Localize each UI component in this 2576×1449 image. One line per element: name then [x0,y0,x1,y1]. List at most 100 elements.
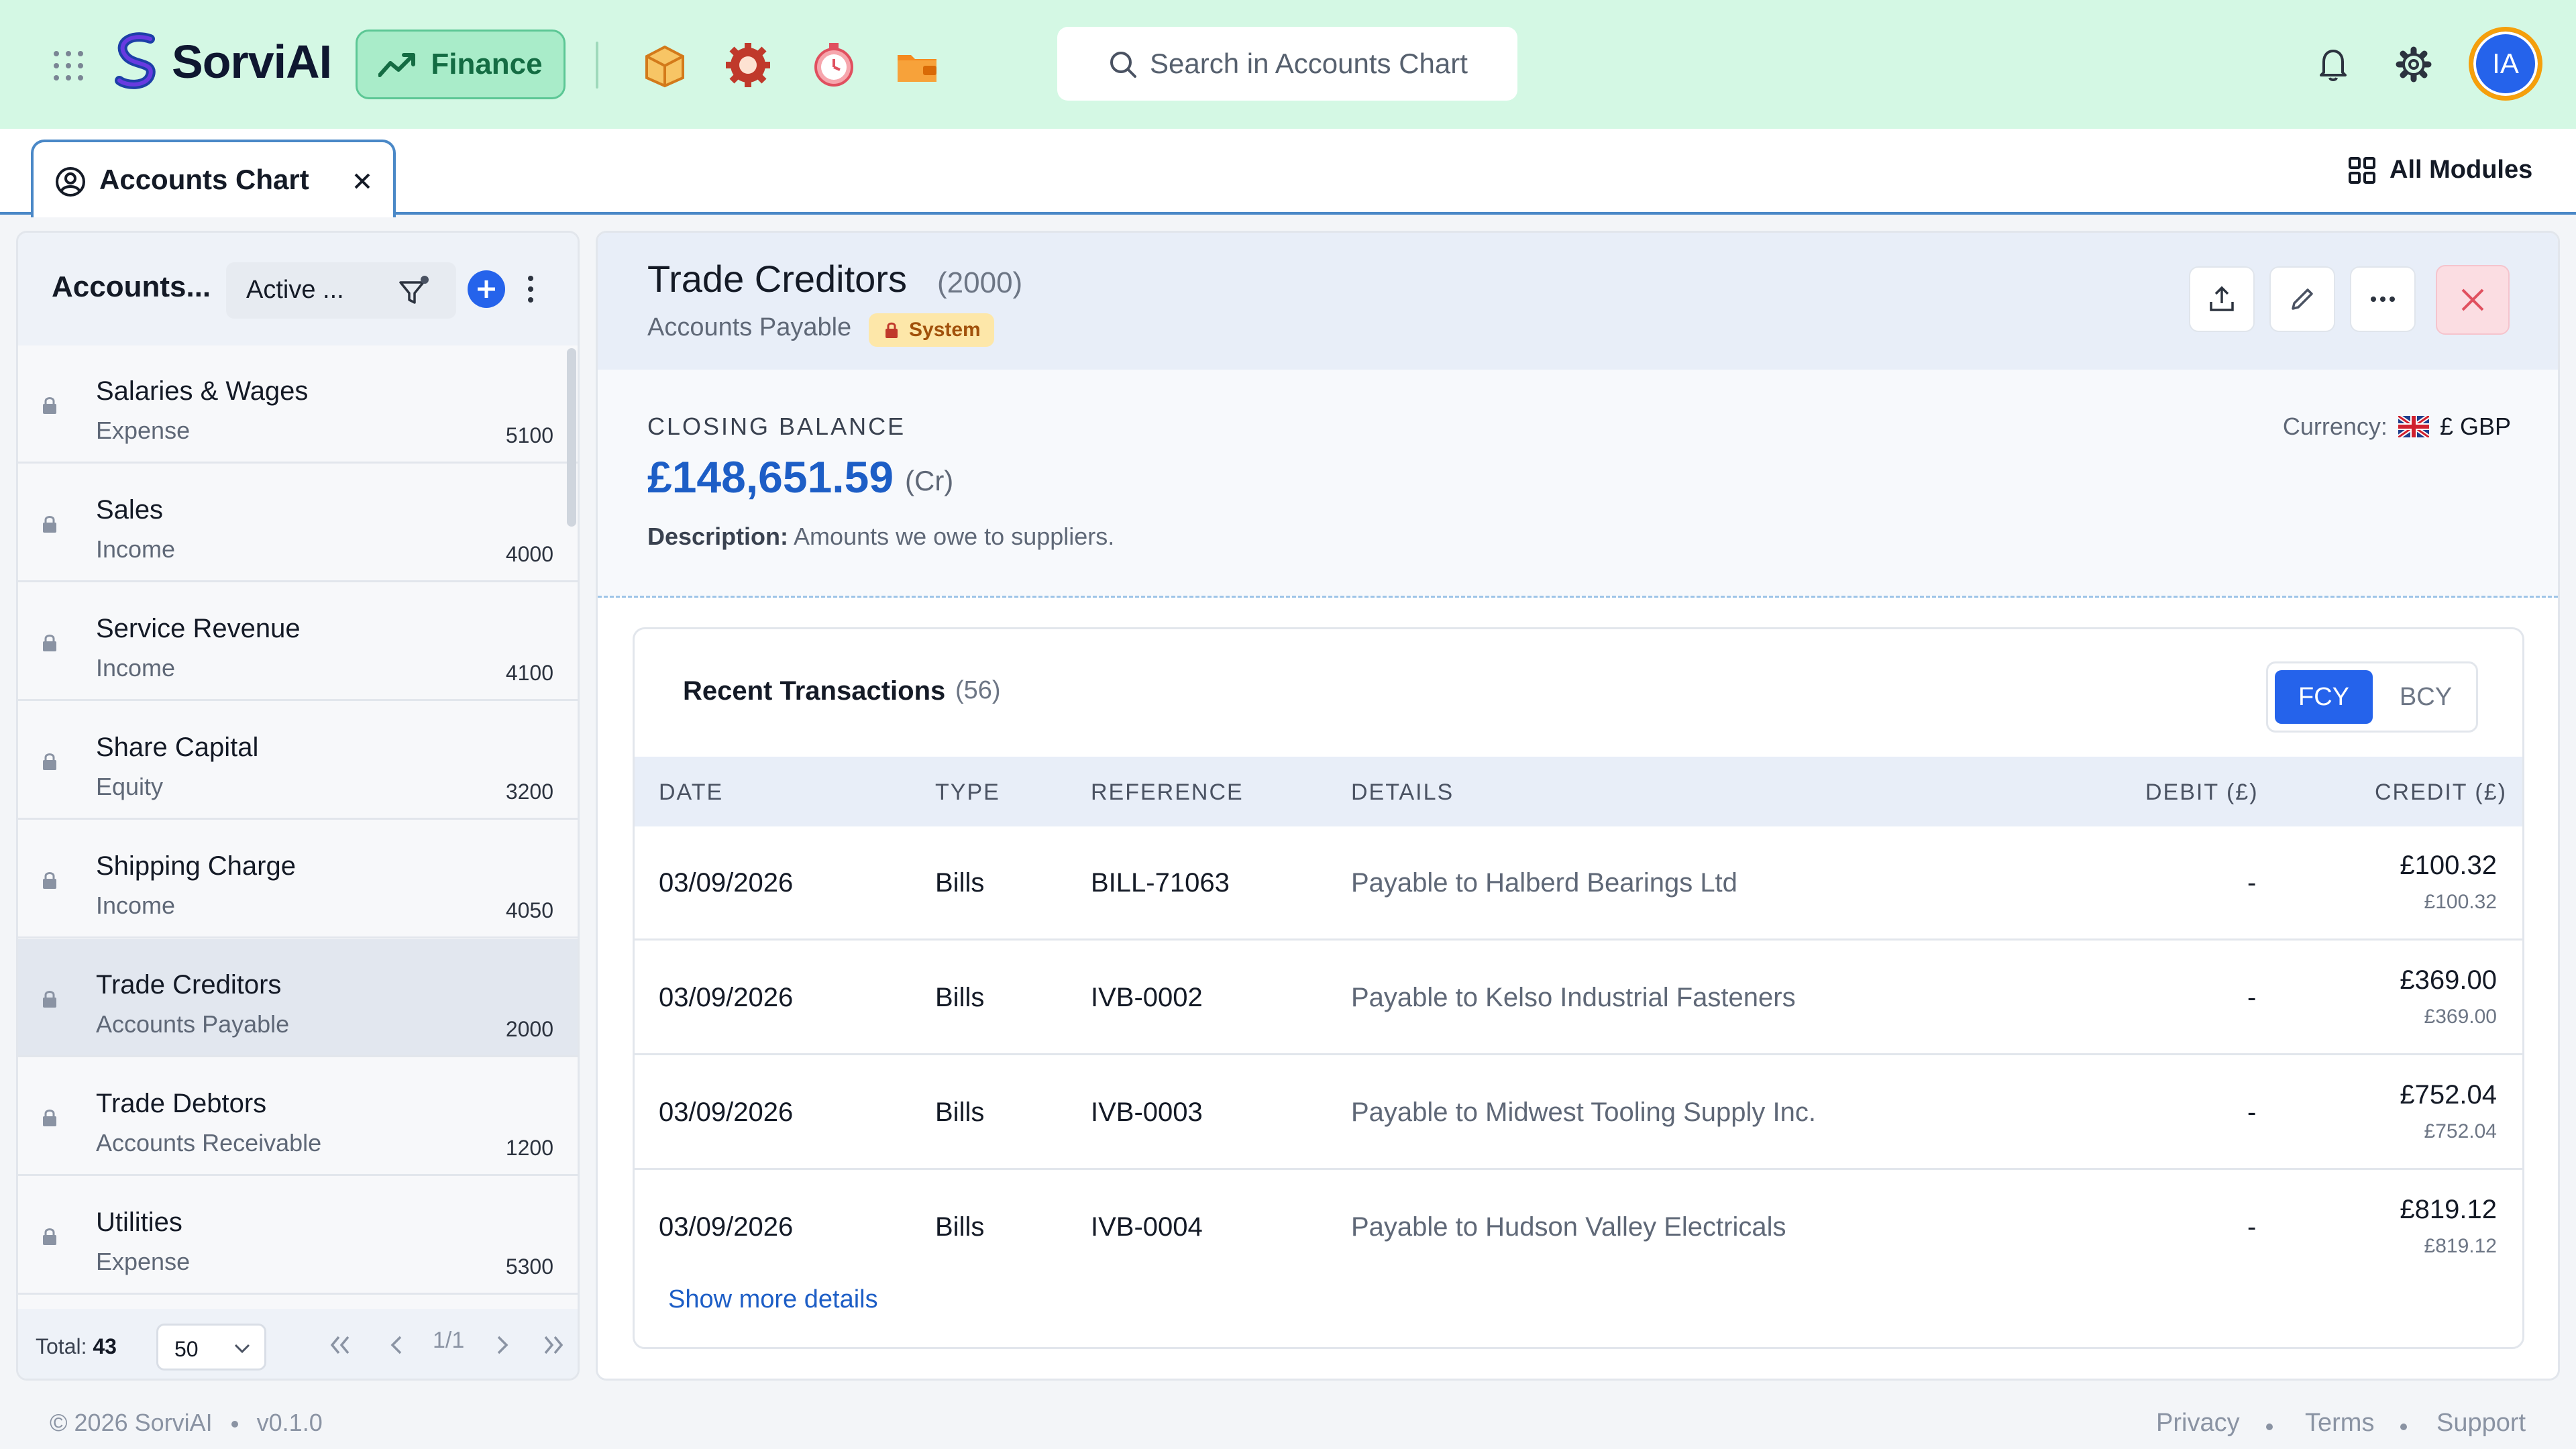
uk-flag-icon [2398,416,2429,437]
account-code: 5300 [505,1254,553,1279]
cell-reference: IVB-0004 [1091,1212,1203,1242]
table-row[interactable]: 03/09/2026 Bills IVB-0004 Payable to Hudson… [635,1171,2522,1261]
separator-dot [2400,1424,2407,1430]
support-link[interactable]: Support [2436,1409,2526,1438]
wallet-folder-icon[interactable] [892,40,942,90]
account-type: Accounts Receivable [96,1129,322,1157]
account-list-item[interactable]: Salaries & Wages Expense 5100 [18,345,578,464]
cell-debit: - [2247,1212,2257,1242]
bcy-toggle-button[interactable]: BCY [2378,670,2473,724]
next-page-icon[interactable] [494,1334,511,1356]
lock-icon [43,1228,56,1245]
close-icon[interactable] [353,172,372,191]
account-name: Shipping Charge [96,851,296,881]
separator-dot [2266,1424,2273,1430]
app-launcher-icon[interactable] [52,50,85,82]
account-name: Service Revenue [96,614,301,643]
logo-mark-icon [115,32,156,89]
currency-value: £ GBP [2439,413,2511,440]
cell-credit-base: £100.32 [2424,891,2497,913]
fcy-toggle-button[interactable]: FCY [2275,670,2373,724]
col-debit[interactable]: DEBIT (£) [2145,780,2259,806]
sidebar-header: Accounts... Active ... [18,233,578,345]
closing-balance-label: CLOSING BALANCE [647,413,906,440]
module-finance-button[interactable]: Finance [356,30,566,99]
table-row[interactable]: 03/09/2026 Bills IVB-0002 Payable to Kelso … [635,941,2522,1055]
col-type[interactable]: TYPE [935,780,1000,806]
account-code: 2000 [505,1017,553,1041]
close-panel-button[interactable] [2436,265,2510,335]
account-code: 1200 [505,1136,553,1160]
cell-credit-base: £819.12 [2424,1235,2497,1257]
account-list-item[interactable]: Service Revenue Income 4100 [18,583,578,701]
terms-link[interactable]: Terms [2305,1409,2374,1438]
copyright: © 2026 SorviAI [50,1409,213,1436]
separator-dot [231,1421,238,1428]
page-indicator: 1/1 [433,1328,465,1353]
total-count: Total: 43 [36,1334,117,1359]
account-list-item[interactable]: Share Capital Equity 3200 [18,702,578,820]
account-code: 4100 [505,661,553,685]
more-options-button[interactable] [2350,266,2416,332]
page-footer: © 2026 SorviAI v0.1.0 Privacy Terms Suppo… [0,1398,2576,1449]
status-filter-select[interactable]: Active ... [226,262,456,319]
transactions-title: Recent Transactions [683,676,946,706]
accounts-sidebar: Accounts... Active ... Salaries & Wages E… [16,231,580,1381]
gear-icon[interactable] [2392,43,2435,86]
transactions-count: (56) [955,676,1001,704]
divider [596,42,598,89]
app-logo[interactable]: SorviAI [110,32,332,91]
prev-page-icon[interactable] [388,1334,405,1356]
account-list-item[interactable]: Utilities Expense 5300 [18,1177,578,1295]
filter-icon[interactable] [396,276,429,308]
tab-accounts-chart[interactable]: Accounts Chart [31,140,396,217]
col-date[interactable]: DATE [659,780,723,806]
col-details[interactable]: DETAILS [1351,780,1454,806]
balance-section: CLOSING BALANCE £148,651.59 (Cr) Descrip… [598,370,2558,598]
lock-icon [43,635,56,651]
system-badge: System [869,313,994,347]
show-more-link[interactable]: Show more details [668,1285,878,1314]
bell-icon[interactable] [2312,43,2355,86]
col-reference[interactable]: REFERENCE [1091,780,1244,806]
account-code: 5100 [505,423,553,447]
search-box[interactable] [1057,27,1517,101]
edit-button[interactable] [2269,266,2335,332]
account-code: 3200 [505,780,553,804]
more-vertical-icon[interactable] [525,274,536,304]
account-list-item[interactable]: Trade Creditors Accounts Payable 2000 [18,939,578,1057]
export-button[interactable] [2189,266,2255,332]
cell-type: Bills [935,868,985,898]
account-list-item[interactable]: Shipping Charge Income 4050 [18,820,578,938]
lock-icon [43,872,56,889]
module-label: Finance [431,48,543,80]
sidebar-scrollbar[interactable] [567,348,576,527]
lock-icon [885,322,898,338]
search-input[interactable] [1150,48,1517,80]
account-list-item[interactable]: Trade Debtors Accounts Receivable 1200 [18,1058,578,1176]
account-name: Trade Creditors [96,970,282,1000]
table-row[interactable]: 03/09/2026 Bills BILL-71063 Payable to Halb… [635,826,2522,941]
cell-reference: IVB-0002 [1091,983,1203,1012]
account-name: Salaries & Wages [96,376,309,406]
avatar[interactable]: IA [2469,27,2542,101]
table-row[interactable]: 03/09/2026 Bills IVB-0003 Payable to Midwes… [635,1056,2522,1170]
page-size-select[interactable]: 50 [156,1324,266,1371]
currency-info: Currency: £ GBP [2283,413,2511,441]
timer-clock-icon[interactable] [809,40,859,90]
cell-type: Bills [935,983,985,1012]
lock-icon [43,753,56,770]
privacy-link[interactable]: Privacy [2156,1409,2240,1438]
settings-gear-app-icon[interactable] [723,40,773,90]
inventory-box-icon[interactable] [640,40,690,90]
all-modules-button[interactable]: All Modules [2348,156,2532,184]
cell-credit-base: £369.00 [2424,1006,2497,1028]
col-credit[interactable]: CREDIT (£) [2375,780,2507,806]
account-type: Accounts Payable [647,313,852,341]
balance-side: (Cr) [905,465,954,496]
first-page-icon[interactable] [328,1334,352,1356]
add-account-icon[interactable] [466,269,506,309]
last-page-icon[interactable] [541,1334,566,1356]
account-list-item[interactable]: Sales Income 4000 [18,464,578,582]
close-icon [2461,288,2484,311]
